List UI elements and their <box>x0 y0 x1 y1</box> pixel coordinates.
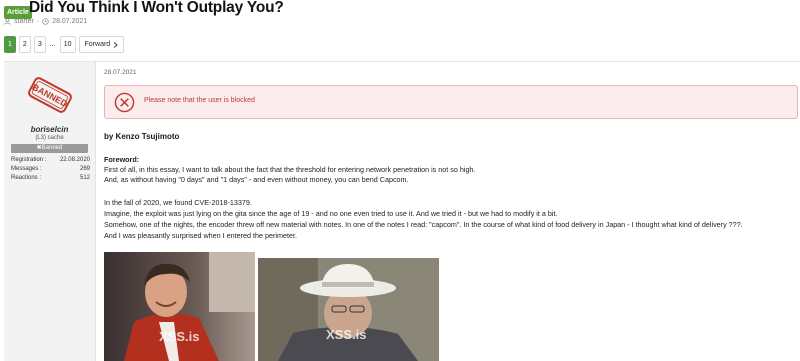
post-line: Imagine, the exploit was just lying on t… <box>104 209 558 218</box>
post-byline: by Kenzo Tsujimoto <box>104 132 180 141</box>
stat-value: 269 <box>79 166 90 172</box>
forward-label: Forward <box>84 41 111 48</box>
page-2-button[interactable]: 2 <box>18 36 31 53</box>
chevron-right-icon <box>113 41 118 48</box>
blocked-alert-text: Please note that the user is blocked <box>144 97 255 104</box>
close-circle-icon <box>114 92 135 113</box>
post-content: 28.07.2021 Please note that the user is … <box>104 62 800 361</box>
stat-row: Messages : 269 <box>11 165 90 174</box>
post-line: In the fall of 2020, we found CVE-2018-1… <box>104 198 252 207</box>
post-image-2[interactable]: XSS.is <box>258 258 439 361</box>
banned-banner: ✖Banned <box>11 144 88 153</box>
user-stats: Registration : 22.08.2020 Messages : 269 R… <box>11 156 90 183</box>
forward-button[interactable]: Forward <box>78 36 125 53</box>
user-sidebar: BANNED boriselcin (L3) cache ✖Banned Reg… <box>4 62 96 361</box>
user-icon <box>4 18 11 25</box>
thread-meta: starter · 28.07.2021 <box>4 18 87 25</box>
post-line: And I was pleasantly surprised when I en… <box>104 231 297 240</box>
user-title: (L3) cache <box>35 135 64 141</box>
username[interactable]: boriselcin <box>4 125 95 134</box>
post-line: First of all, in this essay, I want to t… <box>104 165 476 174</box>
page-ellipsis: ... <box>48 36 57 53</box>
page-10-button[interactable]: 10 <box>59 36 76 53</box>
page-1-button[interactable]: 1 <box>4 36 16 53</box>
thread-header: Article Did You Think I Won't Outplay Yo… <box>0 0 800 60</box>
stat-label: Messages : <box>11 166 42 172</box>
post: BANNED boriselcin (L3) cache ✖Banned Reg… <box>4 61 800 361</box>
post-line: And, as without having "0 days" and "1 d… <box>104 175 409 184</box>
image-watermark: XSS.is <box>326 327 367 342</box>
thread-starter-link[interactable]: starter <box>14 18 34 25</box>
page-3-button[interactable]: 3 <box>33 36 46 53</box>
stat-value: 22.08.2020 <box>59 157 90 163</box>
stat-label: Registration : <box>11 157 47 163</box>
post-image-1[interactable]: XSS.is <box>104 252 255 361</box>
pagination: 1 2 3 ... 10 Forward <box>4 36 125 53</box>
image-watermark: XSS.is <box>159 329 200 344</box>
banned-banner-text: Banned <box>41 145 63 151</box>
banned-stamp-avatar[interactable]: BANNED <box>24 74 76 116</box>
thread-date[interactable]: 28.07.2021 <box>52 18 87 25</box>
post-date[interactable]: 28.07.2021 <box>104 69 137 76</box>
post-line: Somehow, one of the nights, the encoder … <box>104 220 743 229</box>
blocked-alert: Please note that the user is blocked <box>104 85 798 119</box>
thread-title: Did You Think I Won't Outplay You? <box>29 0 284 16</box>
banned-stamp-icon: BANNED <box>28 77 72 113</box>
stat-row: Registration : 22.08.2020 <box>11 156 90 165</box>
meta-separator: · <box>36 18 40 25</box>
clock-icon <box>42 18 49 25</box>
man-in-hat-photo <box>258 258 439 361</box>
stat-value: 512 <box>79 175 90 181</box>
stat-label: Reactions : <box>11 175 42 181</box>
post-heading: Foreword: <box>104 155 140 164</box>
man-in-suit-photo <box>104 252 255 361</box>
stat-row: Reactions : 512 <box>11 174 90 183</box>
